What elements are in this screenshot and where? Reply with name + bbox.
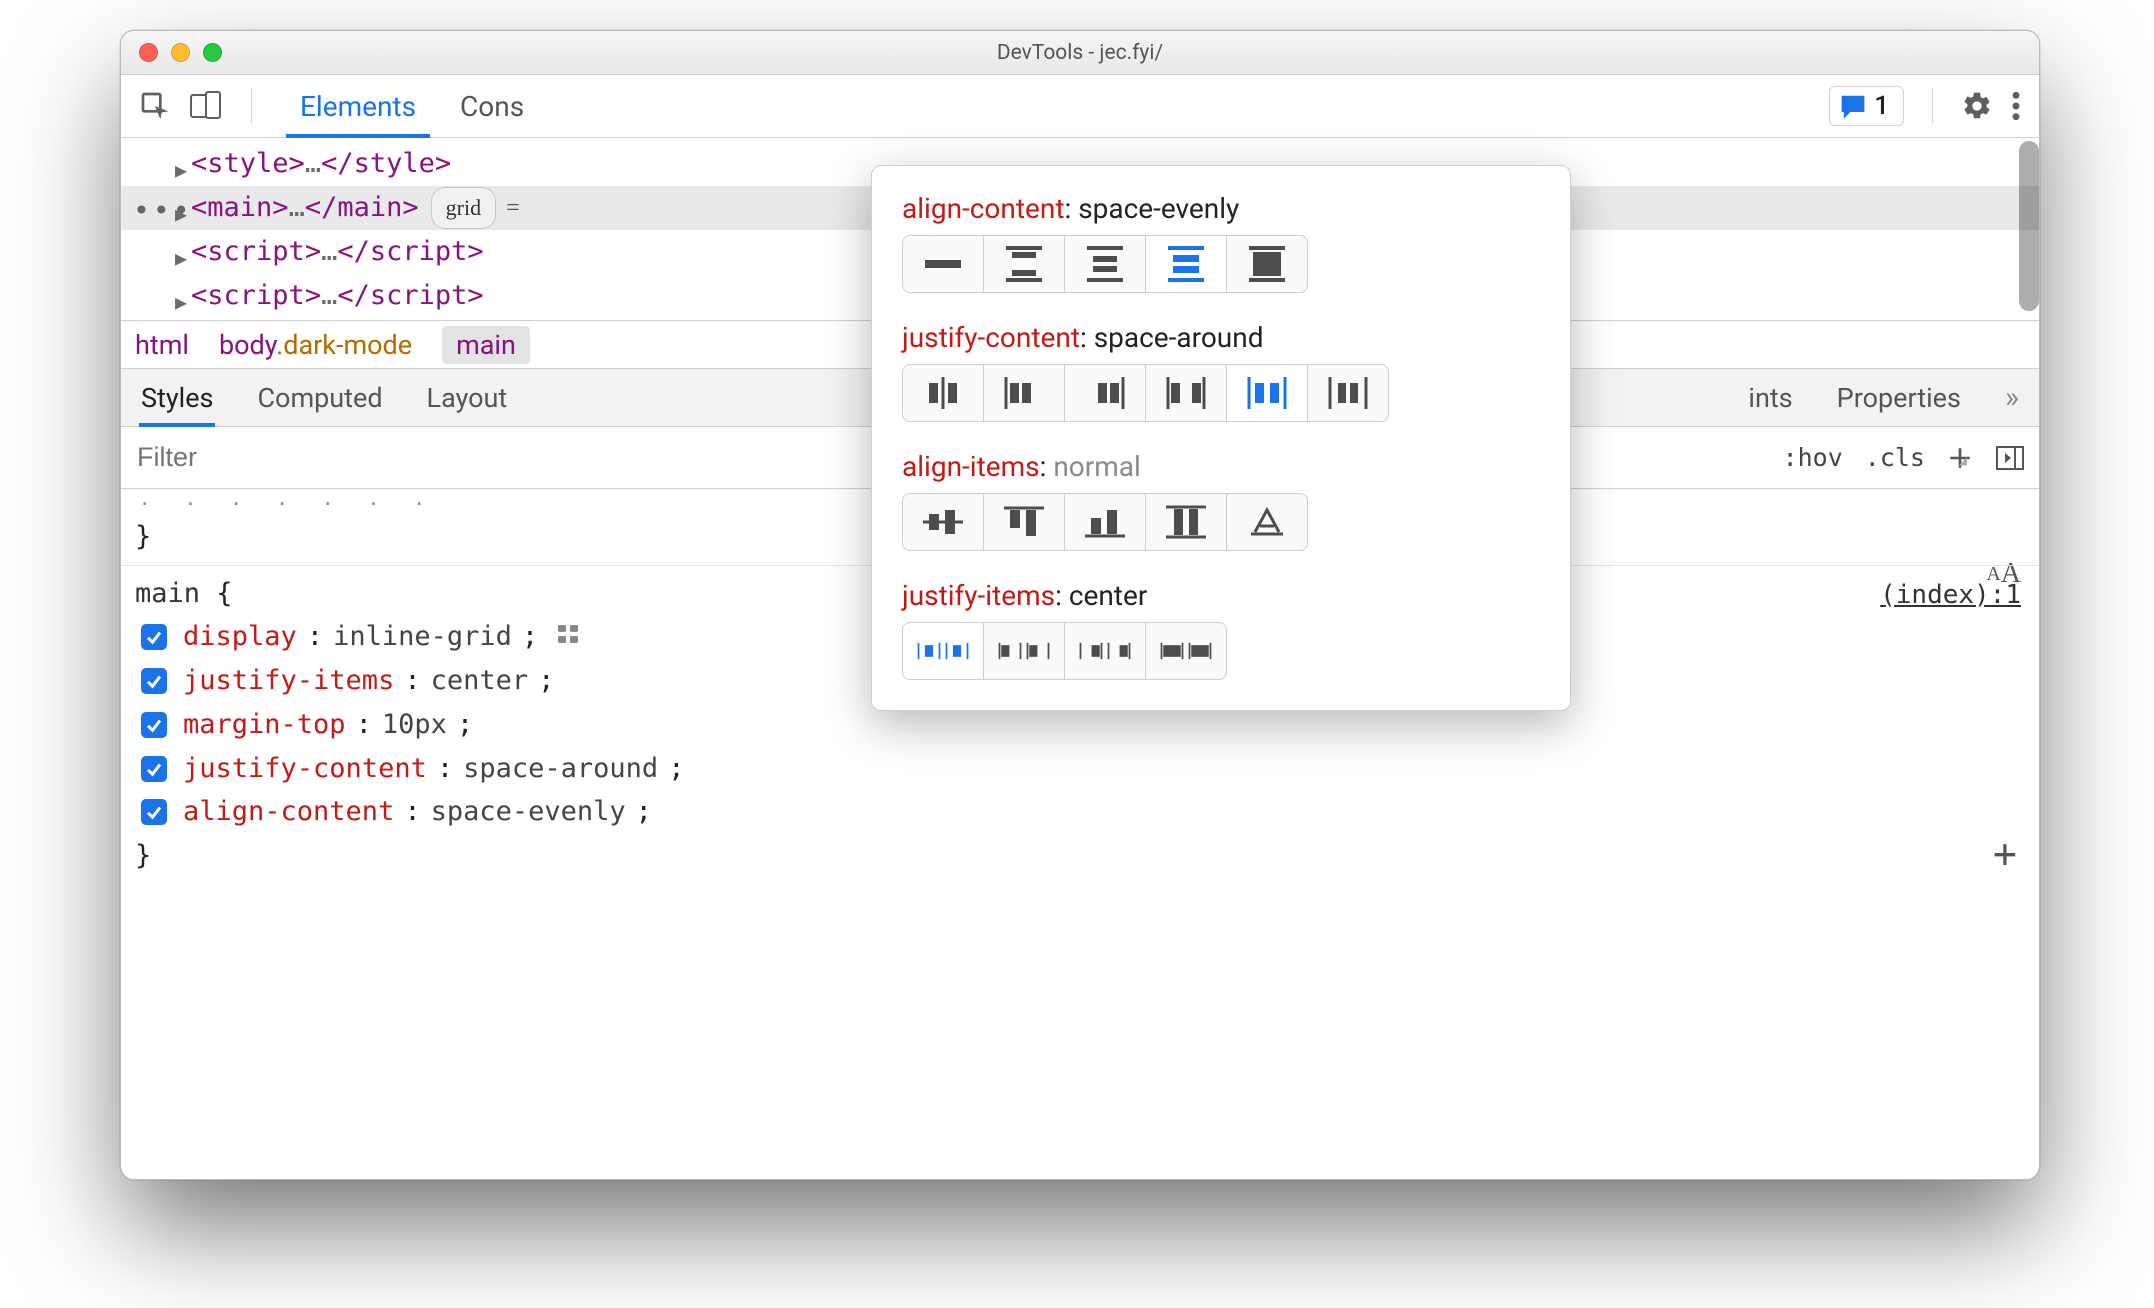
toggle-hov[interactable]: :hov — [1783, 443, 1843, 472]
window-titlebar: DevTools - jec.fyi/ — [121, 31, 2039, 75]
css-property[interactable]: align-content — [183, 790, 394, 834]
toggle-sidebar-icon[interactable] — [1995, 445, 2025, 471]
sidebar-tab-layout[interactable]: Layout — [427, 369, 508, 426]
property-checkbox[interactable] — [141, 756, 167, 782]
rule-close: } — [135, 834, 2025, 878]
property-checkbox[interactable] — [141, 799, 167, 825]
css-property[interactable]: margin-top — [183, 703, 346, 747]
css-declaration[interactable]: align-content: space-evenly; — [135, 790, 2025, 834]
alignment-option-button[interactable] — [1226, 235, 1308, 293]
tab-label: Elements — [300, 90, 416, 123]
popover-group: align-content: space-evenly — [902, 192, 1540, 293]
breadcrumb-item[interactable]: main — [442, 326, 530, 364]
popover-property-label: align-items: normal — [902, 450, 1540, 483]
alignment-option-button[interactable] — [1145, 235, 1227, 293]
grid-badge[interactable]: grid — [431, 187, 496, 228]
popover-group: justify-items: center — [902, 579, 1540, 680]
alignment-option-button[interactable] — [983, 364, 1065, 422]
device-toolbar-icon[interactable] — [189, 91, 223, 121]
tab-console[interactable]: Cons — [438, 75, 546, 137]
rule-source-link[interactable]: (index):1 — [1880, 574, 2021, 616]
sidebar-tab-computed[interactable]: Computed — [257, 369, 382, 426]
alignment-option-button[interactable] — [1226, 364, 1308, 422]
alignment-option-button[interactable] — [902, 364, 984, 422]
tab-label: Cons — [460, 90, 524, 123]
overflow-tabs-icon[interactable]: » — [2005, 380, 2019, 415]
tab-label: Layout — [427, 382, 508, 414]
settings-icon[interactable] — [1961, 90, 1993, 122]
expand-icon[interactable]: ▶ — [175, 242, 187, 274]
expand-icon[interactable]: ▶ — [175, 198, 187, 230]
separator — [251, 88, 252, 124]
popover-property-label: align-content: space-evenly — [902, 192, 1540, 225]
sidebar-tab-properties[interactable]: Properties — [1837, 369, 1961, 426]
window-title: DevTools - jec.fyi/ — [121, 41, 2039, 65]
breadcrumb-item[interactable]: html — [135, 329, 189, 361]
alignment-option-button[interactable] — [1145, 622, 1227, 680]
css-value[interactable]: space-around — [463, 747, 658, 791]
breadcrumb-item[interactable]: body.dark-mode — [219, 329, 412, 361]
inspect-element-icon[interactable] — [139, 90, 171, 122]
alignment-option-button[interactable] — [983, 235, 1065, 293]
alignment-option-button[interactable] — [1145, 364, 1227, 422]
devtools-window: DevTools - jec.fyi/ Elements Cons 1 — [120, 30, 2040, 1180]
alignment-option-button[interactable] — [902, 493, 984, 551]
scrollbar-thumb[interactable] — [2019, 141, 2039, 311]
alignment-option-button[interactable] — [983, 622, 1065, 680]
separator — [1932, 88, 1933, 124]
alignment-option-button[interactable] — [1226, 493, 1308, 551]
tab-elements[interactable]: Elements — [278, 75, 438, 137]
property-checkbox[interactable] — [141, 712, 167, 738]
popover-group: justify-content: space-around — [902, 321, 1540, 422]
alignment-option-button[interactable] — [1307, 364, 1389, 422]
css-value[interactable]: space-evenly — [431, 790, 626, 834]
alignment-option-button[interactable] — [902, 235, 984, 293]
alignment-option-button[interactable] — [1064, 235, 1146, 293]
property-checkbox[interactable] — [141, 624, 167, 650]
flexbox-editor-popover: align-content: space-evenly justify-conte… — [871, 165, 1571, 711]
css-property[interactable]: justify-items — [183, 659, 394, 703]
new-style-rule-icon[interactable]: ◢ — [1947, 445, 1973, 471]
css-declaration[interactable]: justify-content: space-around; — [135, 747, 2025, 791]
alignment-option-button[interactable] — [983, 493, 1065, 551]
css-value[interactable]: 10px — [382, 703, 447, 747]
grid-editor-icon[interactable] — [556, 615, 580, 659]
rule-selector[interactable]: main — [135, 578, 200, 609]
popover-property-label: justify-content: space-around — [902, 321, 1540, 354]
property-checkbox[interactable] — [141, 668, 167, 694]
tab-label: ints — [1748, 382, 1792, 414]
devtools-tabstrip: Elements Cons 1 — [121, 75, 2039, 138]
css-value[interactable]: inline-grid — [333, 615, 512, 659]
popover-group: align-items: normal — [902, 450, 1540, 551]
css-property[interactable]: display — [183, 615, 297, 659]
add-rule-icon[interactable]: + — [1993, 834, 2017, 874]
issues-count: 1 — [1874, 91, 1889, 121]
more-menu-icon[interactable] — [2011, 90, 2021, 122]
sidebar-tab-styles[interactable]: Styles — [141, 369, 213, 426]
issues-badge[interactable]: 1 — [1829, 86, 1904, 126]
expand-icon[interactable]: ▶ — [175, 286, 187, 318]
tab-label: Properties — [1837, 382, 1961, 414]
tab-label: Computed — [257, 382, 382, 414]
toggle-cls[interactable]: .cls — [1865, 443, 1925, 472]
alignment-option-button[interactable] — [902, 622, 984, 680]
tab-label: Styles — [141, 382, 213, 414]
expand-icon[interactable]: ▶ — [175, 154, 187, 186]
popover-property-label: justify-items: center — [902, 579, 1540, 612]
css-value[interactable]: center — [431, 659, 529, 703]
alignment-option-button[interactable] — [1064, 622, 1146, 680]
alignment-option-button[interactable] — [1064, 493, 1146, 551]
css-property[interactable]: justify-content — [183, 747, 427, 791]
alignment-option-button[interactable] — [1064, 364, 1146, 422]
sidebar-tab-breakpoints[interactable]: ints — [1748, 369, 1792, 426]
alignment-option-button[interactable] — [1145, 493, 1227, 551]
